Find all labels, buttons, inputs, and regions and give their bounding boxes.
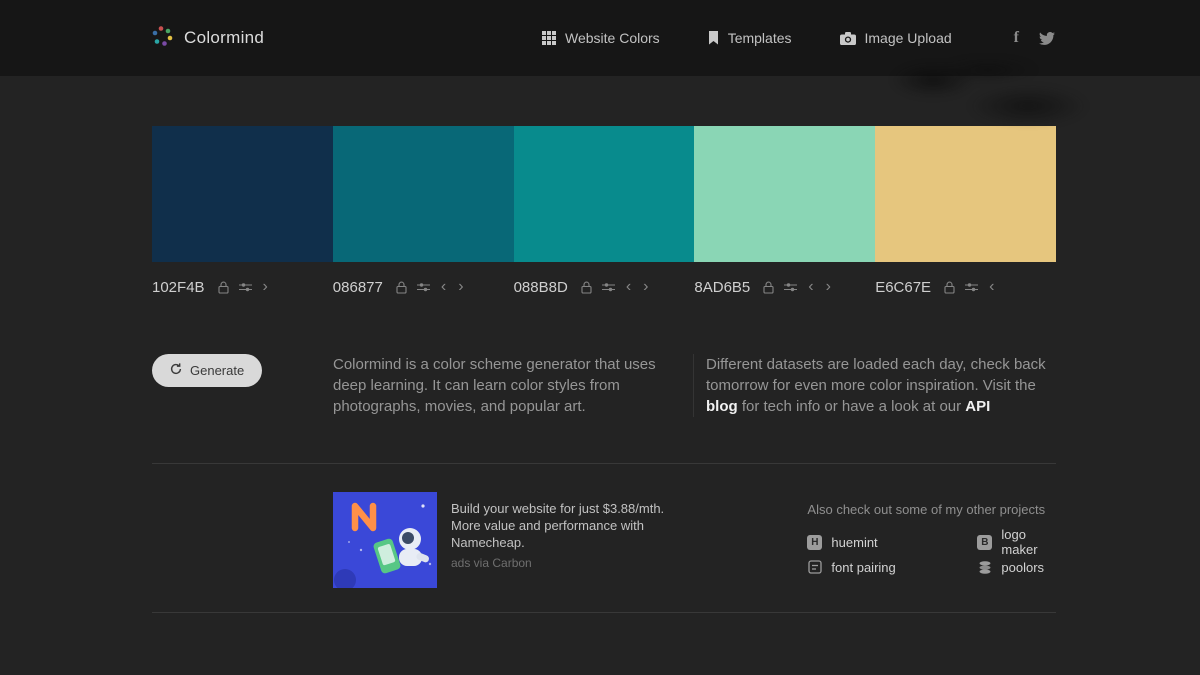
grid-icon — [542, 31, 556, 45]
swatch-controls-3: 088B8D ‹ › — [514, 262, 695, 298]
project-label: poolors — [1001, 560, 1044, 575]
main-content: 102F4B › 086877 ‹ › 088B8D — [152, 126, 1056, 613]
sliders-icon[interactable] — [239, 281, 252, 293]
divider-top — [152, 463, 1056, 464]
project-link-poolors[interactable]: poolors — [977, 556, 1056, 578]
poolors-icon — [977, 560, 992, 575]
color-swatch-3[interactable] — [514, 126, 695, 262]
swatch-controls-4: 8AD6B5 ‹ › — [694, 262, 875, 298]
color-swatch-2[interactable] — [333, 126, 514, 262]
lock-icon[interactable] — [944, 281, 955, 294]
hex-code[interactable]: 8AD6B5 — [694, 279, 750, 296]
social-links: f — [1014, 29, 1055, 47]
carbon-ad: Build your website for just $3.88/mth. M… — [333, 492, 807, 588]
brand-name: Colormind — [184, 28, 264, 48]
font-pairing-icon — [807, 560, 822, 575]
generate-button-label: Generate — [190, 363, 244, 378]
shift-left-icon[interactable]: ‹ — [807, 281, 814, 293]
ad-copy: Build your website for just $3.88/mth. M… — [451, 492, 679, 588]
datasets-text: Different datasets are loaded each day, … — [706, 356, 1046, 394]
nav-item-website-colors[interactable]: Website Colors — [542, 30, 660, 46]
shift-right-icon[interactable]: › — [262, 281, 269, 293]
lock-icon[interactable] — [763, 281, 774, 294]
project-label: huemint — [831, 535, 877, 550]
project-link-font-pairing[interactable]: font pairing — [807, 556, 977, 578]
ad-image[interactable] — [333, 492, 437, 588]
huemint-icon: H — [807, 535, 822, 550]
nav-item-image-upload[interactable]: Image Upload — [840, 30, 952, 46]
twitter-icon[interactable] — [1039, 32, 1055, 45]
api-link[interactable]: API — [965, 398, 990, 415]
shift-right-icon[interactable]: › — [825, 281, 832, 293]
color-swatch-5[interactable] — [875, 126, 1056, 262]
color-swatch-1[interactable] — [152, 126, 333, 262]
swatch-controls-1: 102F4B › — [152, 262, 333, 298]
projects-heading: Also check out some of my other projects — [807, 502, 1056, 517]
facebook-icon[interactable]: f — [1014, 29, 1019, 47]
hex-code[interactable]: 088B8D — [514, 279, 568, 296]
hex-code[interactable]: 086877 — [333, 279, 383, 296]
shift-left-icon[interactable]: ‹ — [625, 281, 632, 293]
camera-icon — [840, 32, 856, 45]
colormind-logo-icon — [150, 24, 174, 53]
lock-icon[interactable] — [218, 281, 229, 294]
project-link-huemint[interactable]: H huemint — [807, 531, 977, 553]
project-label: font pairing — [831, 560, 895, 575]
shift-right-icon[interactable]: › — [642, 281, 649, 293]
datasets-description: Different datasets are loaded each day, … — [706, 354, 1056, 417]
bookmark-icon — [708, 31, 719, 45]
ad-text[interactable]: Build your website for just $3.88/mth. M… — [451, 500, 679, 551]
generate-button[interactable]: Generate — [152, 354, 262, 387]
swatch-controls-2: 086877 ‹ › — [333, 262, 514, 298]
refresh-icon — [170, 363, 182, 378]
sliders-icon[interactable] — [602, 281, 615, 293]
project-link-logo-maker[interactable]: B logo maker — [977, 531, 1056, 553]
projects-grid: H huemint B logo maker font pairing — [807, 531, 1056, 578]
blog-link[interactable]: blog — [706, 398, 738, 415]
logo-maker-icon: B — [977, 535, 992, 550]
about-description: Colormind is a color scheme generator th… — [333, 354, 665, 417]
datasets-text: for tech info or have a look at our — [738, 398, 966, 415]
lock-icon[interactable] — [581, 281, 592, 294]
top-navbar: Colormind Website Colors Templates — [0, 0, 1200, 76]
color-palette — [152, 126, 1056, 262]
brand-logo[interactable]: Colormind — [150, 24, 264, 53]
nav-item-label: Templates — [728, 30, 792, 46]
shift-left-icon[interactable]: ‹ — [440, 281, 447, 293]
shift-right-icon[interactable]: › — [457, 281, 464, 293]
nav-item-label: Image Upload — [865, 30, 952, 46]
about-section: Generate Colormind is a color scheme gen… — [152, 354, 1056, 417]
color-swatch-4[interactable] — [694, 126, 875, 262]
sliders-icon[interactable] — [965, 281, 978, 293]
swatch-controls-5: E6C67E ‹ — [875, 262, 1056, 298]
palette-controls: 102F4B › 086877 ‹ › 088B8D — [152, 262, 1056, 298]
ad-attribution[interactable]: ads via Carbon — [451, 556, 679, 570]
project-label: logo maker — [1001, 527, 1056, 557]
hex-code[interactable]: 102F4B — [152, 279, 205, 296]
sliders-icon[interactable] — [417, 281, 430, 293]
nav-item-templates[interactable]: Templates — [708, 30, 792, 46]
nav-links: Website Colors Templates Image Upload — [542, 30, 952, 46]
footer-section: Build your website for just $3.88/mth. M… — [152, 492, 1056, 588]
other-projects: Also check out some of my other projects… — [807, 492, 1056, 588]
shift-left-icon[interactable]: ‹ — [988, 281, 995, 293]
lock-icon[interactable] — [396, 281, 407, 294]
hex-code[interactable]: E6C67E — [875, 279, 931, 296]
sliders-icon[interactable] — [784, 281, 797, 293]
nav-item-label: Website Colors — [565, 30, 660, 46]
divider-bottom — [152, 612, 1056, 613]
